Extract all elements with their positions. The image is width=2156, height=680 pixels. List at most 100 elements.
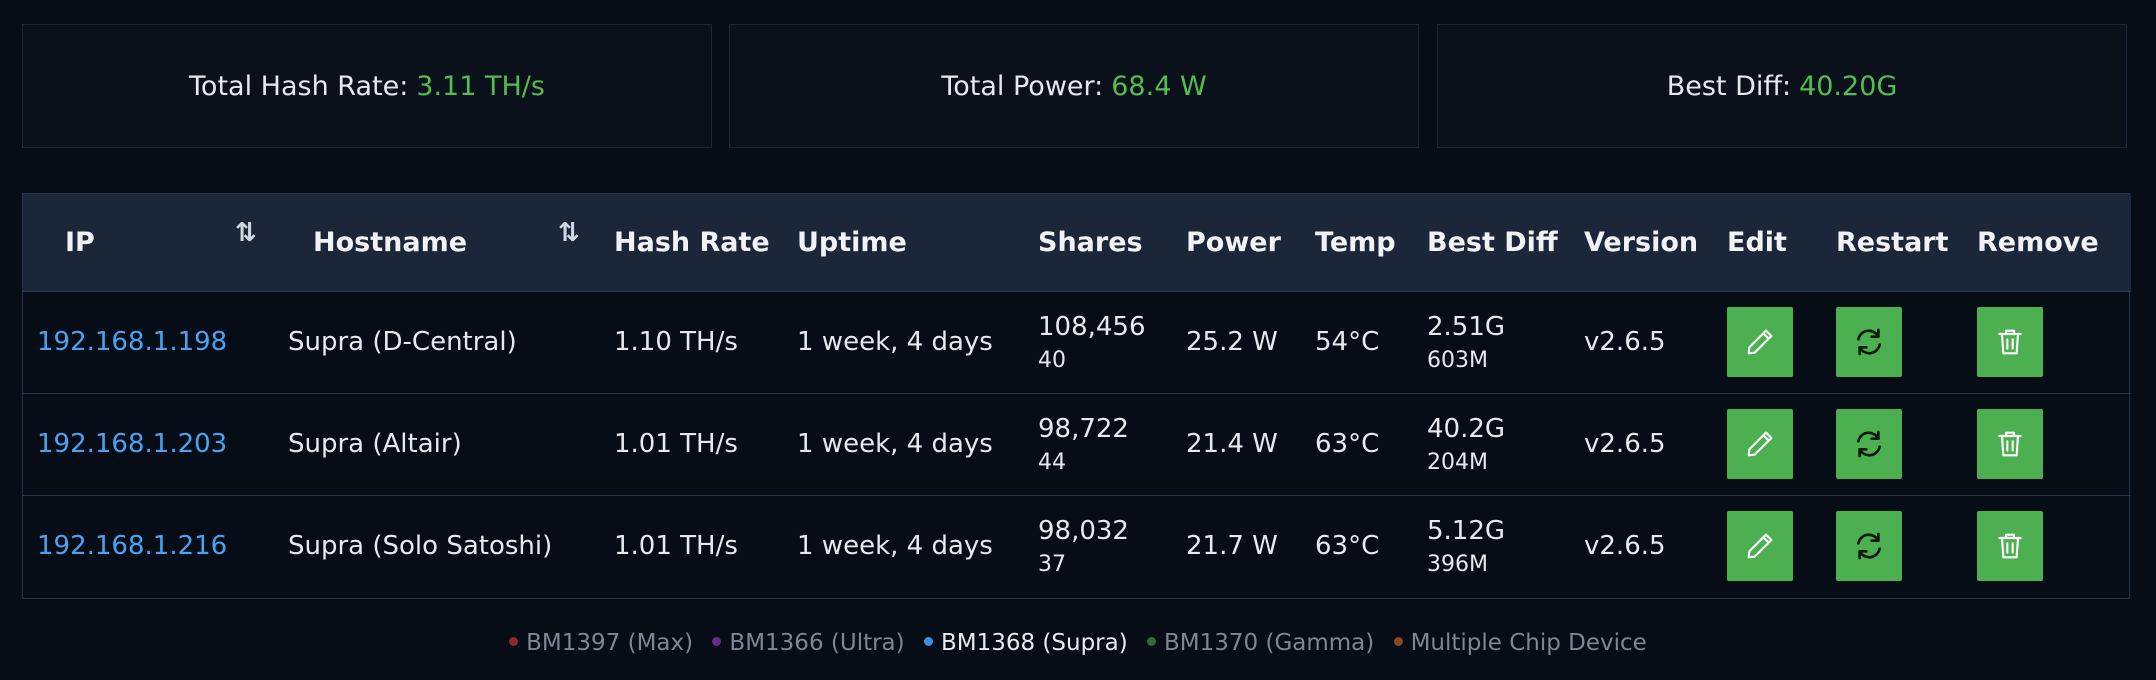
legend-item-bm1370[interactable]: BM1370 (Gamma) xyxy=(1147,630,1374,656)
total-power-value: 68.4 W xyxy=(1111,70,1207,102)
legend-label: BM1397 (Max) xyxy=(526,630,694,656)
best-diff-session: 603M xyxy=(1427,347,1488,373)
refresh-icon xyxy=(1857,430,1881,458)
table-row: 192.168.1.203 Supra (Altair) 1.01 TH/s 1… xyxy=(23,393,2131,495)
device-power: 21.4 W xyxy=(1186,429,1278,459)
total-hash-rate-value: 3.11 TH/s xyxy=(416,70,545,102)
sort-icon[interactable]: ⇅ xyxy=(235,218,257,248)
column-header-edit: Edit xyxy=(1727,194,1836,292)
restart-button[interactable] xyxy=(1836,511,1902,582)
devices-table-container: IP ⇅ Hostname ⇅ Hash Rate Uptime Shares … xyxy=(22,193,2131,599)
trash-icon xyxy=(1998,329,2022,355)
device-version: v2.6.5 xyxy=(1584,531,1666,562)
best-diff-label: Best Diff: xyxy=(1666,70,1792,102)
device-ip-link[interactable]: 192.168.1.203 xyxy=(37,429,227,459)
best-diff-all-time: 5.12G xyxy=(1427,515,1506,546)
chip-legend: BM1397 (Max) BM1366 (Ultra) BM1368 (Supr… xyxy=(0,630,2156,656)
column-header-ip[interactable]: IP ⇅ xyxy=(23,194,285,292)
pencil-icon xyxy=(1747,431,1773,457)
column-header-version: Version xyxy=(1584,194,1727,292)
column-header-remove: Remove xyxy=(1977,194,2131,292)
device-uptime: 1 week, 4 days xyxy=(797,531,993,562)
device-temp: 54°C xyxy=(1315,327,1380,357)
legend-dot xyxy=(712,637,722,646)
trash-icon xyxy=(1998,533,2022,559)
shares-accepted: 98,032 xyxy=(1038,515,1129,546)
best-diff-session: 396M xyxy=(1427,551,1488,577)
column-header-restart: Restart xyxy=(1836,194,1977,292)
remove-button[interactable] xyxy=(1977,409,2043,479)
device-uptime: 1 week, 4 days xyxy=(797,327,993,357)
shares-accepted: 108,456 xyxy=(1038,311,1146,342)
device-shares: 98,032 37 xyxy=(1038,495,1186,597)
column-header-power: Power xyxy=(1186,194,1315,292)
device-uptime: 1 week, 4 days xyxy=(797,429,993,459)
device-best-diff: 5.12G 396M xyxy=(1427,495,1584,597)
legend-dot xyxy=(923,637,933,646)
total-hash-rate-card: Total Hash Rate: 3.11 TH/s xyxy=(22,24,712,148)
total-power-label: Total Power: xyxy=(941,70,1104,102)
total-hash-rate-label: Total Hash Rate: xyxy=(189,70,409,102)
table-row: 192.168.1.198 Supra (D-Central) 1.10 TH/… xyxy=(23,291,2131,393)
legend-dot xyxy=(1147,637,1157,646)
devices-table: IP ⇅ Hostname ⇅ Hash Rate Uptime Shares … xyxy=(23,194,2131,597)
device-hash-rate: 1.01 TH/s xyxy=(614,429,738,459)
pencil-icon xyxy=(1747,533,1773,559)
device-power: 21.7 W xyxy=(1186,531,1278,562)
legend-label: BM1370 (Gamma) xyxy=(1164,630,1375,656)
device-ip-link[interactable]: 192.168.1.216 xyxy=(37,531,227,561)
table-row: 192.168.1.216 Supra (Solo Satoshi) 1.01 … xyxy=(23,495,2131,597)
device-version: v2.6.5 xyxy=(1584,429,1666,459)
device-power: 25.2 W xyxy=(1186,327,1278,357)
best-diff-session: 204M xyxy=(1427,449,1488,475)
trash-icon xyxy=(1998,431,2022,457)
sort-icon[interactable]: ⇅ xyxy=(558,218,580,248)
column-header-ip-label: IP xyxy=(65,226,95,258)
best-diff-all-time: 40.2G xyxy=(1427,413,1506,444)
column-header-hostname-label: Hostname xyxy=(313,226,468,258)
legend-item-bm1368[interactable]: BM1368 (Supra) xyxy=(923,630,1128,656)
device-best-diff: 2.51G 603M xyxy=(1427,291,1584,393)
pencil-icon xyxy=(1747,329,1773,355)
column-header-best-diff: Best Diff xyxy=(1427,194,1584,292)
device-hash-rate: 1.10 TH/s xyxy=(614,327,738,357)
legend-item-bm1397[interactable]: BM1397 (Max) xyxy=(509,630,693,656)
column-header-hash-rate: Hash Rate xyxy=(614,194,797,292)
best-diff-card: Best Diff: 40.20G xyxy=(1437,24,2127,148)
remove-button[interactable] xyxy=(1977,511,2043,582)
shares-rejected: 37 xyxy=(1038,551,1066,577)
edit-button[interactable] xyxy=(1727,307,1793,377)
legend-label: Multiple Chip Device xyxy=(1410,630,1647,656)
best-diff-all-time: 2.51G xyxy=(1427,311,1506,342)
device-hash-rate: 1.01 TH/s xyxy=(614,531,738,562)
device-shares: 108,456 40 xyxy=(1038,291,1186,393)
legend-label: BM1366 (Ultra) xyxy=(729,630,905,656)
column-header-uptime: Uptime xyxy=(797,194,1038,292)
restart-button[interactable] xyxy=(1836,307,1902,377)
shares-accepted: 98,722 xyxy=(1038,413,1129,444)
legend-dot xyxy=(1393,637,1403,646)
column-header-hostname[interactable]: Hostname ⇅ xyxy=(285,194,614,292)
shares-rejected: 44 xyxy=(1038,449,1066,475)
edit-button[interactable] xyxy=(1727,409,1793,479)
best-diff-value: 40.20G xyxy=(1799,70,1898,102)
column-header-shares: Shares xyxy=(1038,194,1186,292)
total-power-card: Total Power: 68.4 W xyxy=(729,24,1419,148)
remove-button[interactable] xyxy=(1977,307,2043,377)
column-header-temp: Temp xyxy=(1315,194,1427,292)
device-hostname: Supra (Altair) xyxy=(288,429,462,459)
device-temp: 63°C xyxy=(1315,531,1380,562)
legend-dot xyxy=(509,637,519,646)
edit-button[interactable] xyxy=(1727,511,1793,582)
device-temp: 63°C xyxy=(1315,429,1380,459)
summary-cards: Total Hash Rate: 3.11 TH/s Total Power: … xyxy=(22,24,2130,150)
legend-item-multiple-chip[interactable]: Multiple Chip Device xyxy=(1393,630,1647,656)
device-version: v2.6.5 xyxy=(1584,327,1666,357)
legend-item-bm1366[interactable]: BM1366 (Ultra) xyxy=(712,630,905,656)
legend-label: BM1368 (Supra) xyxy=(940,630,1128,656)
restart-button[interactable] xyxy=(1836,409,1902,479)
device-ip-link[interactable]: 192.168.1.198 xyxy=(37,327,227,357)
shares-rejected: 40 xyxy=(1038,347,1066,373)
device-hostname: Supra (D-Central) xyxy=(288,327,517,357)
refresh-icon xyxy=(1857,532,1881,560)
